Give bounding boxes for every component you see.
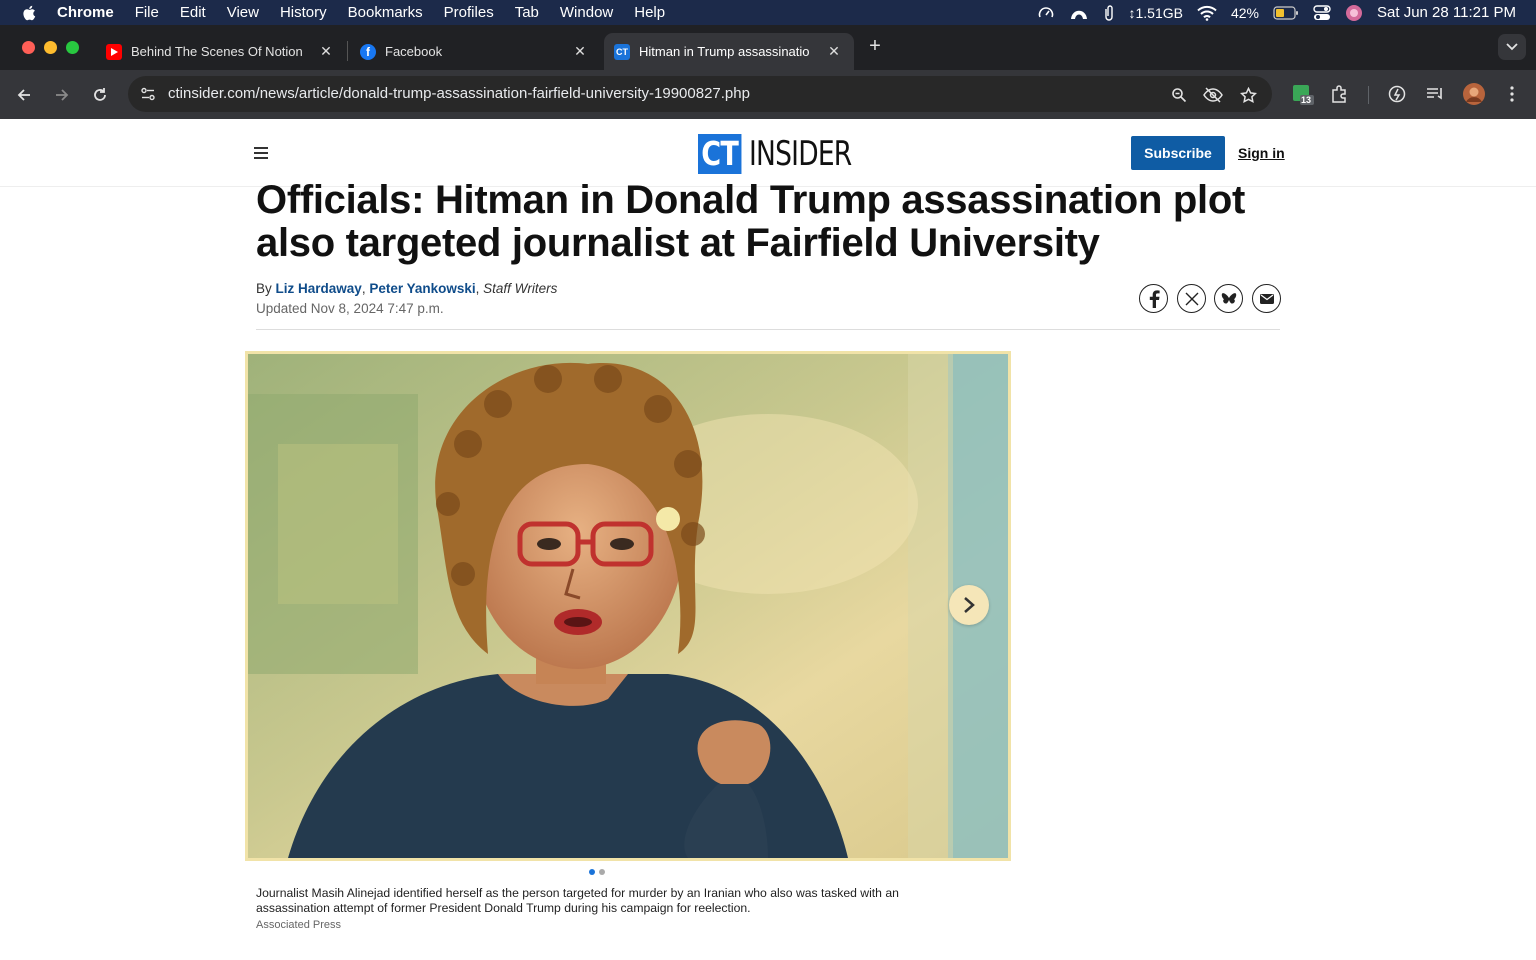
toolbar-divider bbox=[1368, 86, 1369, 104]
gauge-icon[interactable] bbox=[1037, 4, 1055, 22]
siri-icon[interactable] bbox=[1345, 4, 1363, 22]
url-text[interactable]: ctinsider.com/news/article/donald-trump-… bbox=[168, 85, 750, 102]
tab-search-button[interactable] bbox=[1498, 34, 1526, 60]
kebab-menu-icon[interactable] bbox=[1500, 82, 1524, 106]
byline-prefix: By bbox=[256, 281, 272, 296]
gallery-next-button[interactable] bbox=[949, 585, 989, 625]
byline: By Liz Hardaway, Peter Yankowski, Staff … bbox=[256, 281, 558, 296]
close-window-button[interactable] bbox=[22, 41, 35, 54]
tab-facebook[interactable]: f Facebook ✕ bbox=[350, 33, 600, 70]
email-icon bbox=[1259, 293, 1274, 304]
bluesky-share-button[interactable] bbox=[1214, 284, 1243, 313]
ct-insider-logo[interactable]: CT INSIDER bbox=[698, 134, 880, 174]
menu-app-chrome[interactable]: Chrome bbox=[57, 4, 114, 21]
zoom-window-button[interactable] bbox=[66, 41, 79, 54]
subscribe-button[interactable]: Subscribe bbox=[1131, 136, 1225, 170]
image-credit: Associated Press bbox=[256, 919, 341, 931]
photo-gallery[interactable] bbox=[245, 351, 1011, 861]
puzzle-icon[interactable] bbox=[1328, 82, 1352, 106]
address-bar[interactable]: ctinsider.com/news/article/donald-trump-… bbox=[128, 76, 1272, 112]
performance-icon[interactable] bbox=[1385, 82, 1409, 106]
gallery-dot[interactable] bbox=[599, 869, 605, 875]
tab-strip: Behind The Scenes Of Notion ✕ f Facebook… bbox=[0, 25, 1536, 70]
control-center-icon[interactable] bbox=[1313, 4, 1331, 21]
author-link[interactable]: Liz Hardaway bbox=[276, 281, 362, 296]
byline-divider bbox=[256, 329, 1280, 330]
memory-readout[interactable]: ↕1.51GB bbox=[1129, 5, 1183, 21]
chevron-right-icon bbox=[964, 597, 975, 613]
article-headline: Officials: Hitman in Donald Trump assass… bbox=[256, 178, 1245, 265]
x-share-button[interactable] bbox=[1177, 284, 1206, 313]
tab-youtube[interactable]: Behind The Scenes Of Notion ✕ bbox=[96, 33, 346, 70]
new-tab-button[interactable]: + bbox=[864, 35, 886, 57]
menu-edit[interactable]: Edit bbox=[180, 4, 206, 21]
battery-percent[interactable]: 42% bbox=[1231, 5, 1259, 21]
arrow-right-icon bbox=[56, 89, 69, 101]
arrow-left-icon bbox=[17, 89, 30, 101]
tab-title: Facebook bbox=[385, 44, 443, 59]
clock-datetime[interactable]: Sat Jun 28 11:21 PM bbox=[1377, 4, 1516, 21]
youtube-icon bbox=[106, 43, 122, 60]
facebook-icon: f bbox=[360, 43, 376, 60]
forward-button[interactable] bbox=[49, 82, 75, 108]
web-page: CT INSIDER Subscribe Sign in Officials: … bbox=[0, 119, 1536, 960]
tab-divider bbox=[347, 41, 348, 61]
updated-timestamp: Updated Nov 8, 2024 7:47 p.m. bbox=[256, 301, 444, 316]
logo-insider: INSIDER bbox=[748, 134, 852, 174]
facebook-share-button[interactable] bbox=[1139, 284, 1168, 313]
signin-link[interactable]: Sign in bbox=[1238, 145, 1285, 161]
gallery-image bbox=[248, 354, 1008, 858]
ct-insider-icon: CT bbox=[614, 43, 630, 60]
menu-profiles[interactable]: Profiles bbox=[444, 4, 494, 21]
author-link[interactable]: Peter Yankowski bbox=[369, 281, 475, 296]
macos-menubar: Chrome File Edit View History Bookmarks … bbox=[0, 0, 1536, 25]
email-share-button[interactable] bbox=[1252, 284, 1281, 313]
facebook-icon bbox=[1149, 289, 1160, 308]
battery-icon[interactable] bbox=[1273, 5, 1299, 20]
minimize-window-button[interactable] bbox=[44, 41, 57, 54]
author-role: Staff Writers bbox=[483, 281, 558, 296]
wifi-icon[interactable] bbox=[1197, 5, 1217, 21]
menu-bookmarks[interactable]: Bookmarks bbox=[348, 4, 423, 21]
extension-counter-icon[interactable]: 13 bbox=[1291, 82, 1315, 106]
tab-title: Hitman in Trump assassinatio bbox=[639, 44, 810, 59]
close-tab-button[interactable]: ✕ bbox=[318, 43, 334, 59]
eye-off-icon[interactable] bbox=[1202, 84, 1224, 106]
menu-help[interactable]: Help bbox=[634, 4, 665, 21]
chevron-down-icon bbox=[1506, 43, 1518, 51]
gallery-pagination bbox=[589, 869, 605, 875]
tab-title: Behind The Scenes Of Notion bbox=[131, 44, 303, 59]
paperclip-icon[interactable] bbox=[1103, 4, 1115, 22]
profile-avatar[interactable] bbox=[1462, 82, 1486, 106]
logo-ct: CT bbox=[698, 134, 742, 174]
browser-toolbar: ctinsider.com/news/article/donald-trump-… bbox=[0, 70, 1536, 119]
menu-history[interactable]: History bbox=[280, 4, 327, 21]
x-icon bbox=[1185, 292, 1198, 305]
extension-badge: 13 bbox=[1301, 95, 1312, 105]
menu-view[interactable]: View bbox=[227, 4, 259, 21]
window-controls bbox=[22, 41, 79, 54]
menu-file[interactable]: File bbox=[135, 4, 159, 21]
zoom-icon[interactable] bbox=[1168, 84, 1190, 106]
bluesky-icon bbox=[1221, 292, 1236, 304]
reload-icon bbox=[94, 88, 106, 101]
back-button[interactable] bbox=[11, 82, 37, 108]
gallery-dot-active[interactable] bbox=[589, 869, 595, 875]
menu-window[interactable]: Window bbox=[560, 4, 613, 21]
reload-button[interactable] bbox=[87, 82, 113, 108]
close-tab-button[interactable]: ✕ bbox=[826, 43, 842, 59]
arc-icon[interactable] bbox=[1069, 4, 1089, 22]
site-header: CT INSIDER Subscribe Sign in bbox=[0, 119, 1536, 187]
close-tab-button[interactable]: ✕ bbox=[572, 43, 588, 59]
bookmark-star-icon[interactable] bbox=[1237, 84, 1259, 106]
tab-ct-insider[interactable]: CT Hitman in Trump assassinatio ✕ bbox=[604, 33, 854, 70]
hamburger-menu-icon[interactable] bbox=[254, 147, 268, 159]
site-settings-icon[interactable] bbox=[136, 82, 160, 106]
image-caption: Journalist Masih Alinejad identified her… bbox=[256, 886, 899, 915]
apple-icon[interactable] bbox=[21, 4, 39, 22]
reading-list-icon[interactable] bbox=[1423, 82, 1447, 106]
menu-tab[interactable]: Tab bbox=[515, 4, 539, 21]
